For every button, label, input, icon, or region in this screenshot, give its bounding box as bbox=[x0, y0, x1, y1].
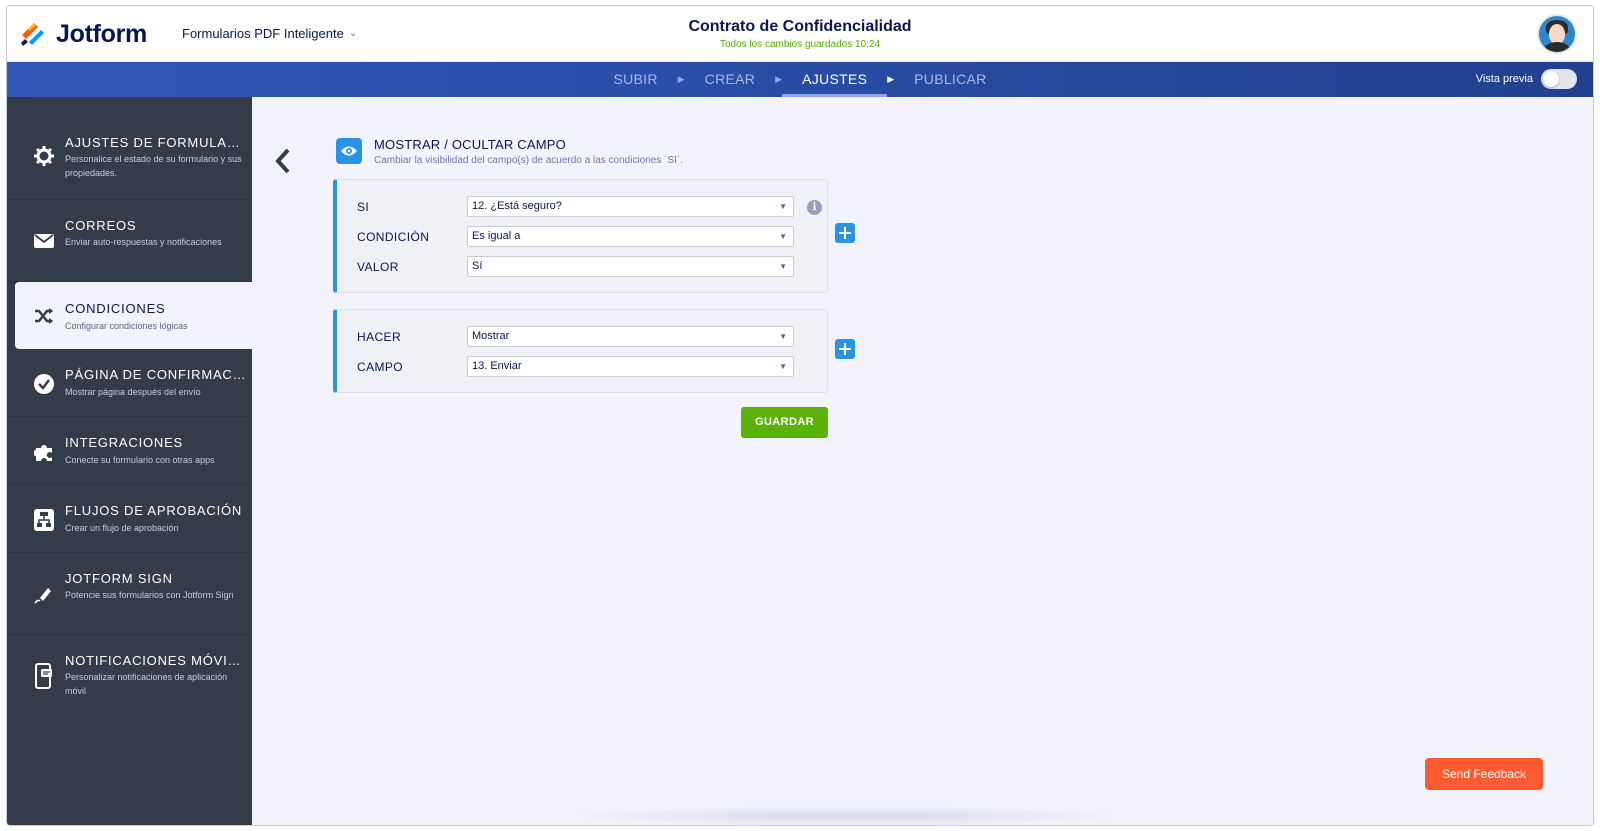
mobile-icon bbox=[33, 663, 55, 689]
dropdown-arrow-icon: ▼ bbox=[779, 202, 787, 211]
sidebar-item-title: NOTIFICACIONES MÓVILES bbox=[65, 653, 247, 668]
save-button[interactable]: GUARDAR bbox=[741, 407, 828, 438]
sidebar-item-title: AJUSTES DE FORMULARIO bbox=[65, 135, 247, 150]
field-label: CAMPO bbox=[357, 360, 404, 374]
step-separator-icon: ▶ bbox=[775, 74, 783, 84]
tab-subir[interactable]: SUBIR bbox=[593, 62, 677, 97]
condition-operator-select[interactable]: Es igual a ▼ bbox=[467, 226, 794, 247]
tab-ajustes[interactable]: AJUSTES bbox=[782, 62, 888, 97]
sidebar-item-integrations[interactable]: INTEGRACIONES Conecte su formulario con … bbox=[7, 417, 252, 485]
check-circle-icon bbox=[33, 373, 55, 395]
if-field-select[interactable]: 12. ¿Está seguro? ▼ bbox=[467, 196, 794, 217]
sidebar-item-desc: Configurar condiciones lógicas bbox=[65, 321, 188, 331]
dropdown-arrow-icon: ▼ bbox=[779, 362, 787, 371]
back-chevron-icon[interactable] bbox=[273, 148, 293, 174]
sidebar-item-title: CONDICIONES bbox=[65, 301, 166, 316]
dropdown-arrow-icon: ▼ bbox=[779, 332, 787, 341]
if-condition-block: SI 12. ¿Está seguro? ▼ i CONDICIÓN Es ig… bbox=[333, 179, 828, 293]
top-header: Jotform Formularios PDF Inteligente ⌄ Co… bbox=[7, 6, 1593, 62]
target-field-select[interactable]: 13. Enviar ▼ bbox=[467, 356, 794, 377]
bottom-shadow bbox=[567, 806, 1127, 825]
condition-label: CONDICIÓN bbox=[357, 230, 430, 244]
avatar-face bbox=[1549, 24, 1565, 44]
info-icon[interactable]: i bbox=[807, 200, 822, 215]
step-separator-icon: ▶ bbox=[887, 74, 895, 84]
pen-icon bbox=[33, 583, 55, 605]
builder-nav: SUBIR ▶ CREAR ▶ AJUSTES ▶ PUBLICAR Vista… bbox=[7, 62, 1593, 97]
sidebar-item-confirmation-page[interactable]: PÁGINA DE CONFIRMACIÓN Mostrar página de… bbox=[7, 349, 252, 417]
sidebar-item-desc: Potencie sus formularios con Jotform Sig… bbox=[65, 590, 234, 600]
sidebar-item-mobile-notifications[interactable]: NOTIFICACIONES MÓVILES Personalizar noti… bbox=[7, 635, 252, 717]
if-label: SI bbox=[357, 200, 370, 214]
sidebar-item-form-settings[interactable]: AJUSTES DE FORMULARIO Personalice el est… bbox=[7, 97, 252, 200]
dropdown-arrow-icon: ▼ bbox=[779, 262, 787, 271]
send-feedback-button[interactable]: Send Feedback bbox=[1425, 758, 1543, 790]
sidebar-item-title: JOTFORM SIGN bbox=[65, 571, 173, 586]
eye-icon bbox=[336, 138, 362, 164]
sidebar-item-title: INTEGRACIONES bbox=[65, 435, 184, 450]
value-label: VALOR bbox=[357, 260, 399, 274]
settings-sidebar: AJUSTES DE FORMULARIO Personalice el est… bbox=[7, 97, 252, 825]
sidebar-item-title: PÁGINA DE CONFIRMACIÓN bbox=[65, 367, 247, 382]
tab-publicar[interactable]: PUBLICAR bbox=[894, 62, 1006, 97]
condition-subtitle: Cambiar la visibilidad del campo(s) de a… bbox=[374, 155, 684, 166]
document-title[interactable]: Contrato de Confidencialidad bbox=[7, 18, 1593, 36]
shuffle-icon bbox=[33, 305, 55, 327]
sidebar-item-desc: Personalizar notificaciones de aplicació… bbox=[65, 672, 228, 696]
sidebar-item-conditions[interactable]: CONDICIONES Configurar condiciones lógic… bbox=[15, 282, 252, 349]
sidebar-item-desc: Mostrar página después del envío bbox=[65, 387, 201, 397]
app-window: Jotform Formularios PDF Inteligente ⌄ Co… bbox=[6, 5, 1594, 826]
sidebar-item-title: FLUJOS DE APROBACIÓN bbox=[65, 503, 243, 518]
sidebar-item-desc: Crear un flujo de aprobación bbox=[65, 523, 179, 533]
preview-label: Vista previa bbox=[1475, 73, 1533, 85]
action-value: Mostrar bbox=[472, 330, 510, 342]
sidebar-item-jotform-sign[interactable]: JOTFORM SIGN Potencie sus formularios co… bbox=[7, 553, 252, 635]
add-action-button[interactable] bbox=[835, 339, 855, 359]
sidebar-item-desc: Conecte su formulario con otras apps bbox=[65, 455, 215, 465]
toggle-knob bbox=[1543, 71, 1559, 87]
tab-crear[interactable]: CREAR bbox=[685, 62, 776, 97]
target-field-value: 13. Enviar bbox=[472, 360, 522, 372]
action-block: HACER Mostrar ▼ CAMPO 13. Enviar ▼ bbox=[333, 309, 828, 393]
sidebar-item-desc: Personalice el estado de su formulario y… bbox=[65, 154, 242, 178]
puzzle-icon bbox=[33, 441, 55, 463]
user-avatar[interactable] bbox=[1537, 14, 1577, 54]
condition-operator-value: Es igual a bbox=[472, 230, 521, 242]
action-select[interactable]: Mostrar ▼ bbox=[467, 326, 794, 347]
sidebar-item-approval-flows[interactable]: FLUJOS DE APROBACIÓN Crear un flujo de a… bbox=[7, 485, 252, 553]
sidebar-item-desc: Enviar auto-respuestas y notificaciones bbox=[65, 237, 222, 247]
condition-value: Sí bbox=[472, 260, 483, 272]
save-status: Todos los cambios guardados 10:24 bbox=[719, 39, 881, 50]
preview-toggle[interactable] bbox=[1541, 69, 1577, 89]
dropdown-arrow-icon: ▼ bbox=[779, 232, 787, 241]
if-field-value: 12. ¿Está seguro? bbox=[472, 200, 562, 212]
sidebar-item-title: CORREOS bbox=[65, 218, 137, 233]
avatar-body bbox=[1544, 42, 1570, 52]
gear-icon bbox=[33, 145, 55, 167]
flowchart-icon bbox=[33, 509, 55, 531]
builder-steps: SUBIR ▶ CREAR ▶ AJUSTES ▶ PUBLICAR bbox=[7, 62, 1593, 97]
envelope-icon bbox=[33, 230, 55, 252]
condition-title: MOSTRAR / OCULTAR CAMPO bbox=[374, 137, 566, 152]
preview-toggle-group: Vista previa bbox=[1476, 69, 1577, 89]
add-condition-button[interactable] bbox=[835, 223, 855, 243]
condition-value-select[interactable]: Sí ▼ bbox=[467, 256, 794, 277]
sidebar-item-emails[interactable]: CORREOS Enviar auto-respuestas y notific… bbox=[7, 200, 252, 282]
do-label: HACER bbox=[357, 330, 402, 344]
step-separator-icon: ▶ bbox=[677, 74, 685, 84]
